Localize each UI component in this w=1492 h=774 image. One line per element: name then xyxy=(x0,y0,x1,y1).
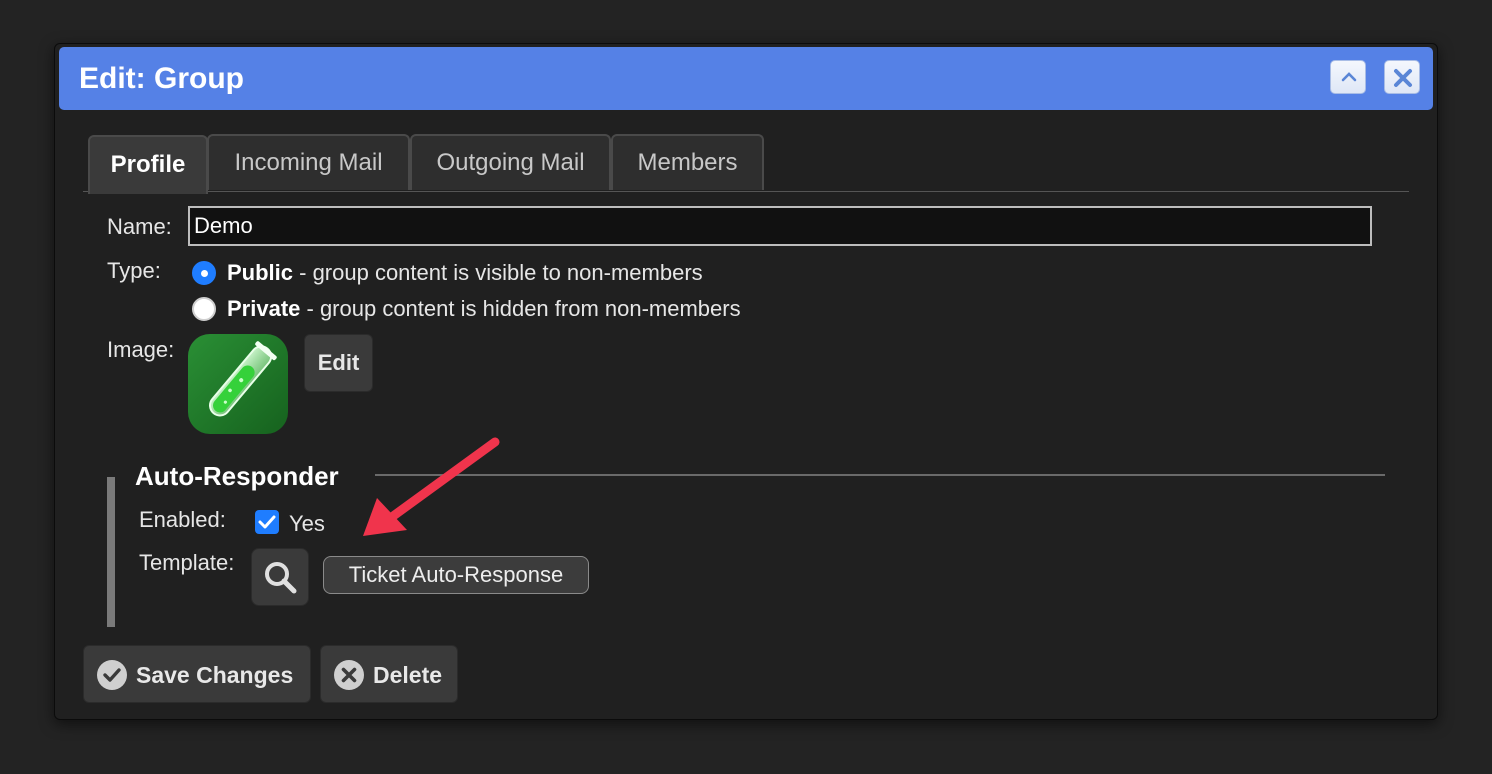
test-tube-icon xyxy=(209,341,277,417)
auto-responder-divider xyxy=(375,474,1385,476)
name-input[interactable] xyxy=(188,206,1372,246)
auto-responder-legend: Auto-Responder xyxy=(135,461,339,491)
delete-label: Delete xyxy=(373,662,443,688)
chevron-up-icon xyxy=(1341,72,1357,82)
checkmark-icon xyxy=(258,515,276,529)
enabled-yes-label[interactable]: Yes xyxy=(289,511,325,537)
tab-bar: Profile Incoming Mail Outgoing Mail Memb… xyxy=(83,134,1409,194)
close-button[interactable] xyxy=(1384,60,1420,94)
dialog-title: Edit: Group xyxy=(79,62,244,95)
enabled-label: Enabled: xyxy=(139,507,226,532)
tab-outgoing-mail[interactable]: Outgoing Mail xyxy=(410,134,611,190)
private-option-label[interactable]: Private - group content is hidden from n… xyxy=(227,296,741,322)
dialog-titlebar[interactable]: Edit: Group xyxy=(59,47,1433,110)
enabled-checkbox[interactable] xyxy=(255,510,279,534)
public-option-title: Public xyxy=(227,260,294,285)
template-search-button[interactable] xyxy=(251,548,309,606)
tab-bar-divider xyxy=(83,191,1409,192)
tab-incoming-mail[interactable]: Incoming Mail xyxy=(207,134,410,190)
public-option-label[interactable]: Public - group content is visible to non… xyxy=(227,260,703,286)
auto-responder-bar xyxy=(107,477,115,627)
private-option-desc: - group content is hidden from non-membe… xyxy=(300,296,741,321)
template-chip[interactable]: Ticket Auto-Response xyxy=(323,556,589,594)
private-radio[interactable] xyxy=(192,297,216,321)
close-icon xyxy=(1394,69,1412,87)
check-circle-icon xyxy=(97,660,127,690)
edit-image-button[interactable]: Edit xyxy=(304,334,373,392)
private-option-title: Private xyxy=(227,296,301,321)
save-changes-button[interactable]: Save Changes xyxy=(83,645,311,703)
type-label: Type: xyxy=(107,258,161,283)
name-label: Name: xyxy=(107,214,172,239)
close-circle-icon xyxy=(334,660,364,690)
edit-group-dialog: Edit: Group Profile Incoming Mail Outgoi… xyxy=(54,43,1438,720)
collapse-button[interactable] xyxy=(1330,60,1366,94)
template-label: Template: xyxy=(139,550,235,575)
delete-button[interactable]: Delete xyxy=(320,645,458,703)
annotation-arrow-icon xyxy=(363,437,500,536)
public-option-desc: - group content is visible to non-member… xyxy=(293,260,703,285)
public-radio[interactable] xyxy=(192,261,216,285)
tab-profile[interactable]: Profile xyxy=(88,135,208,194)
tab-members[interactable]: Members xyxy=(611,134,764,190)
search-icon xyxy=(265,562,297,594)
save-changes-label: Save Changes xyxy=(136,662,294,688)
group-image xyxy=(188,334,288,434)
image-label: Image: xyxy=(107,337,175,362)
